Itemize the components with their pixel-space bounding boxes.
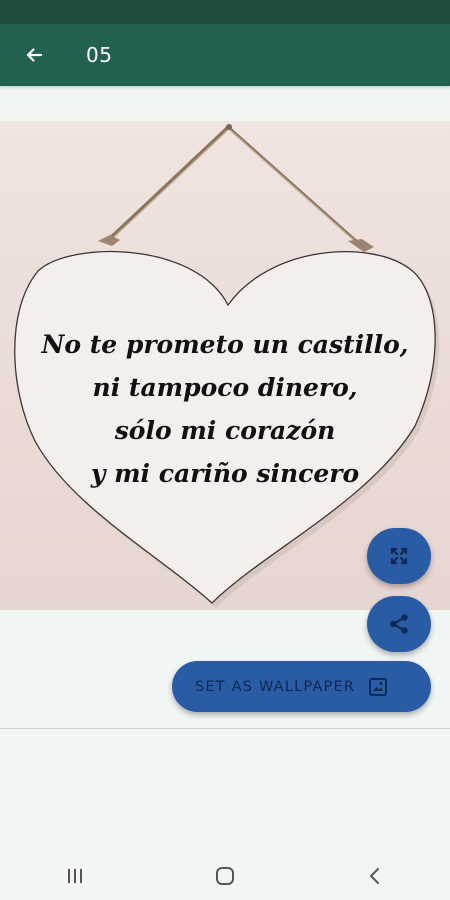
quote-line: No te prometo un castillo, — [41, 330, 409, 359]
quote-line: sólo mi corazón — [114, 416, 336, 445]
app-bar: 05 — [0, 24, 450, 86]
quote-line: y mi cariño sincero — [90, 459, 360, 488]
recents-button[interactable] — [55, 856, 95, 896]
status-bar — [0, 0, 450, 24]
home-icon — [216, 867, 234, 885]
home-button[interactable] — [205, 856, 245, 896]
quote-text: No te prometo un castillo, ni tampoco di… — [0, 323, 450, 495]
quote-line: ni tampoco dinero, — [92, 373, 358, 402]
system-navigation-bar — [0, 852, 450, 900]
back-button[interactable] — [19, 40, 49, 70]
fullscreen-button[interactable] — [367, 528, 431, 584]
set-wallpaper-button[interactable]: SET AS WALLPAPER — [172, 661, 431, 712]
fullscreen-icon — [390, 547, 408, 565]
arrow-left-icon — [26, 48, 43, 62]
share-button[interactable] — [367, 596, 431, 652]
wallpaper-icon — [368, 677, 388, 697]
share-icon — [390, 614, 408, 634]
back-chevron-icon — [370, 868, 379, 884]
back-nav-button[interactable] — [355, 856, 395, 896]
set-wallpaper-label: SET AS WALLPAPER — [195, 678, 356, 695]
recents-icon — [68, 869, 82, 883]
divider — [0, 728, 450, 729]
page-title: 05 — [86, 43, 113, 67]
